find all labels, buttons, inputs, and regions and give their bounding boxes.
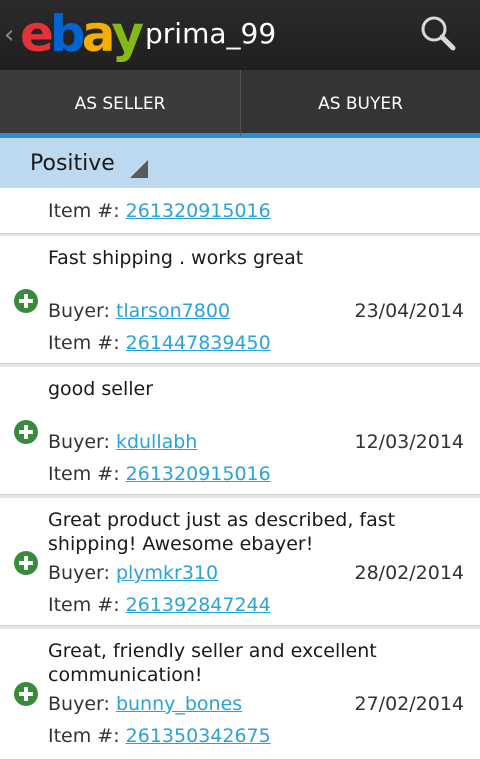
buyer-link[interactable]: tlarson7800: [116, 300, 230, 322]
item-row: Item #: 261320915016: [48, 463, 271, 485]
tab-bar: AS SELLER AS BUYER: [0, 70, 480, 138]
item-number-link[interactable]: 261320915016: [126, 463, 271, 485]
feedback-card[interactable]: Great, friendly seller and excellent com…: [0, 629, 480, 760]
search-button[interactable]: [418, 14, 458, 54]
up-navigation-icon[interactable]: ‹: [4, 22, 14, 48]
feedback-card[interactable]: Item #: 261320915016: [0, 188, 480, 234]
item-row: Item #: 261350342675: [48, 725, 271, 747]
positive-plus-icon: [14, 289, 38, 313]
buyer-row: Buyer: bunny_bones: [48, 693, 243, 715]
ebay-logo[interactable]: ebay: [20, 6, 144, 62]
buyer-row: Buyer: plymkr310: [48, 562, 219, 584]
feedback-date: 27/02/2014: [354, 693, 464, 715]
buyer-link[interactable]: kdullabh: [116, 431, 197, 453]
positive-plus-icon: [14, 682, 38, 706]
positive-plus-icon: [14, 420, 38, 444]
feedback-comment: Great, friendly seller and excellent com…: [48, 640, 377, 686]
page-title: prima_99: [145, 17, 277, 50]
buyer-row: Buyer: kdullabh: [48, 431, 198, 453]
action-bar: ‹ ebay prima_99: [0, 0, 480, 70]
feedback-date: 23/04/2014: [354, 300, 464, 322]
feedback-card[interactable]: good seller Buyer: kdullabh 12/03/2014 I…: [0, 367, 480, 495]
feedback-list[interactable]: Item #: 261320915016 Fast shipping . wor…: [0, 188, 480, 760]
feedback-comment: good seller: [48, 378, 154, 400]
item-number-link[interactable]: 261392847244: [126, 594, 271, 616]
item-row: Item #: 261392847244: [48, 594, 271, 616]
feedback-comment: Great product just as described, fast sh…: [48, 509, 396, 555]
item-row: Item #: 261320915016: [48, 200, 271, 222]
buyer-link[interactable]: bunny_bones: [116, 693, 242, 715]
tab-as-seller[interactable]: AS SELLER: [0, 70, 240, 138]
tab-as-buyer[interactable]: AS BUYER: [240, 70, 480, 138]
item-row: Item #: 261447839450: [48, 332, 271, 354]
feedback-card[interactable]: Fast shipping . works great Buyer: tlars…: [0, 236, 480, 364]
feedback-comment: Fast shipping . works great: [48, 247, 304, 269]
feedback-filter-spinner[interactable]: Positive: [0, 138, 480, 188]
tab-label: AS SELLER: [74, 93, 166, 114]
buyer-row: Buyer: tlarson7800: [48, 300, 231, 322]
item-number-link[interactable]: 261350342675: [126, 725, 271, 747]
feedback-date: 12/03/2014: [354, 431, 464, 453]
search-icon: [421, 16, 456, 51]
feedback-card[interactable]: Great product just as described, fast sh…: [0, 498, 480, 626]
tab-label: AS BUYER: [318, 93, 403, 114]
positive-plus-icon: [14, 551, 38, 575]
filter-label: Positive: [30, 151, 115, 176]
spinner-corner-icon: [130, 160, 148, 178]
item-number-link[interactable]: 261320915016: [126, 200, 271, 222]
buyer-link[interactable]: plymkr310: [116, 562, 218, 584]
item-number-link[interactable]: 261447839450: [126, 332, 271, 354]
feedback-date: 28/02/2014: [354, 562, 464, 584]
